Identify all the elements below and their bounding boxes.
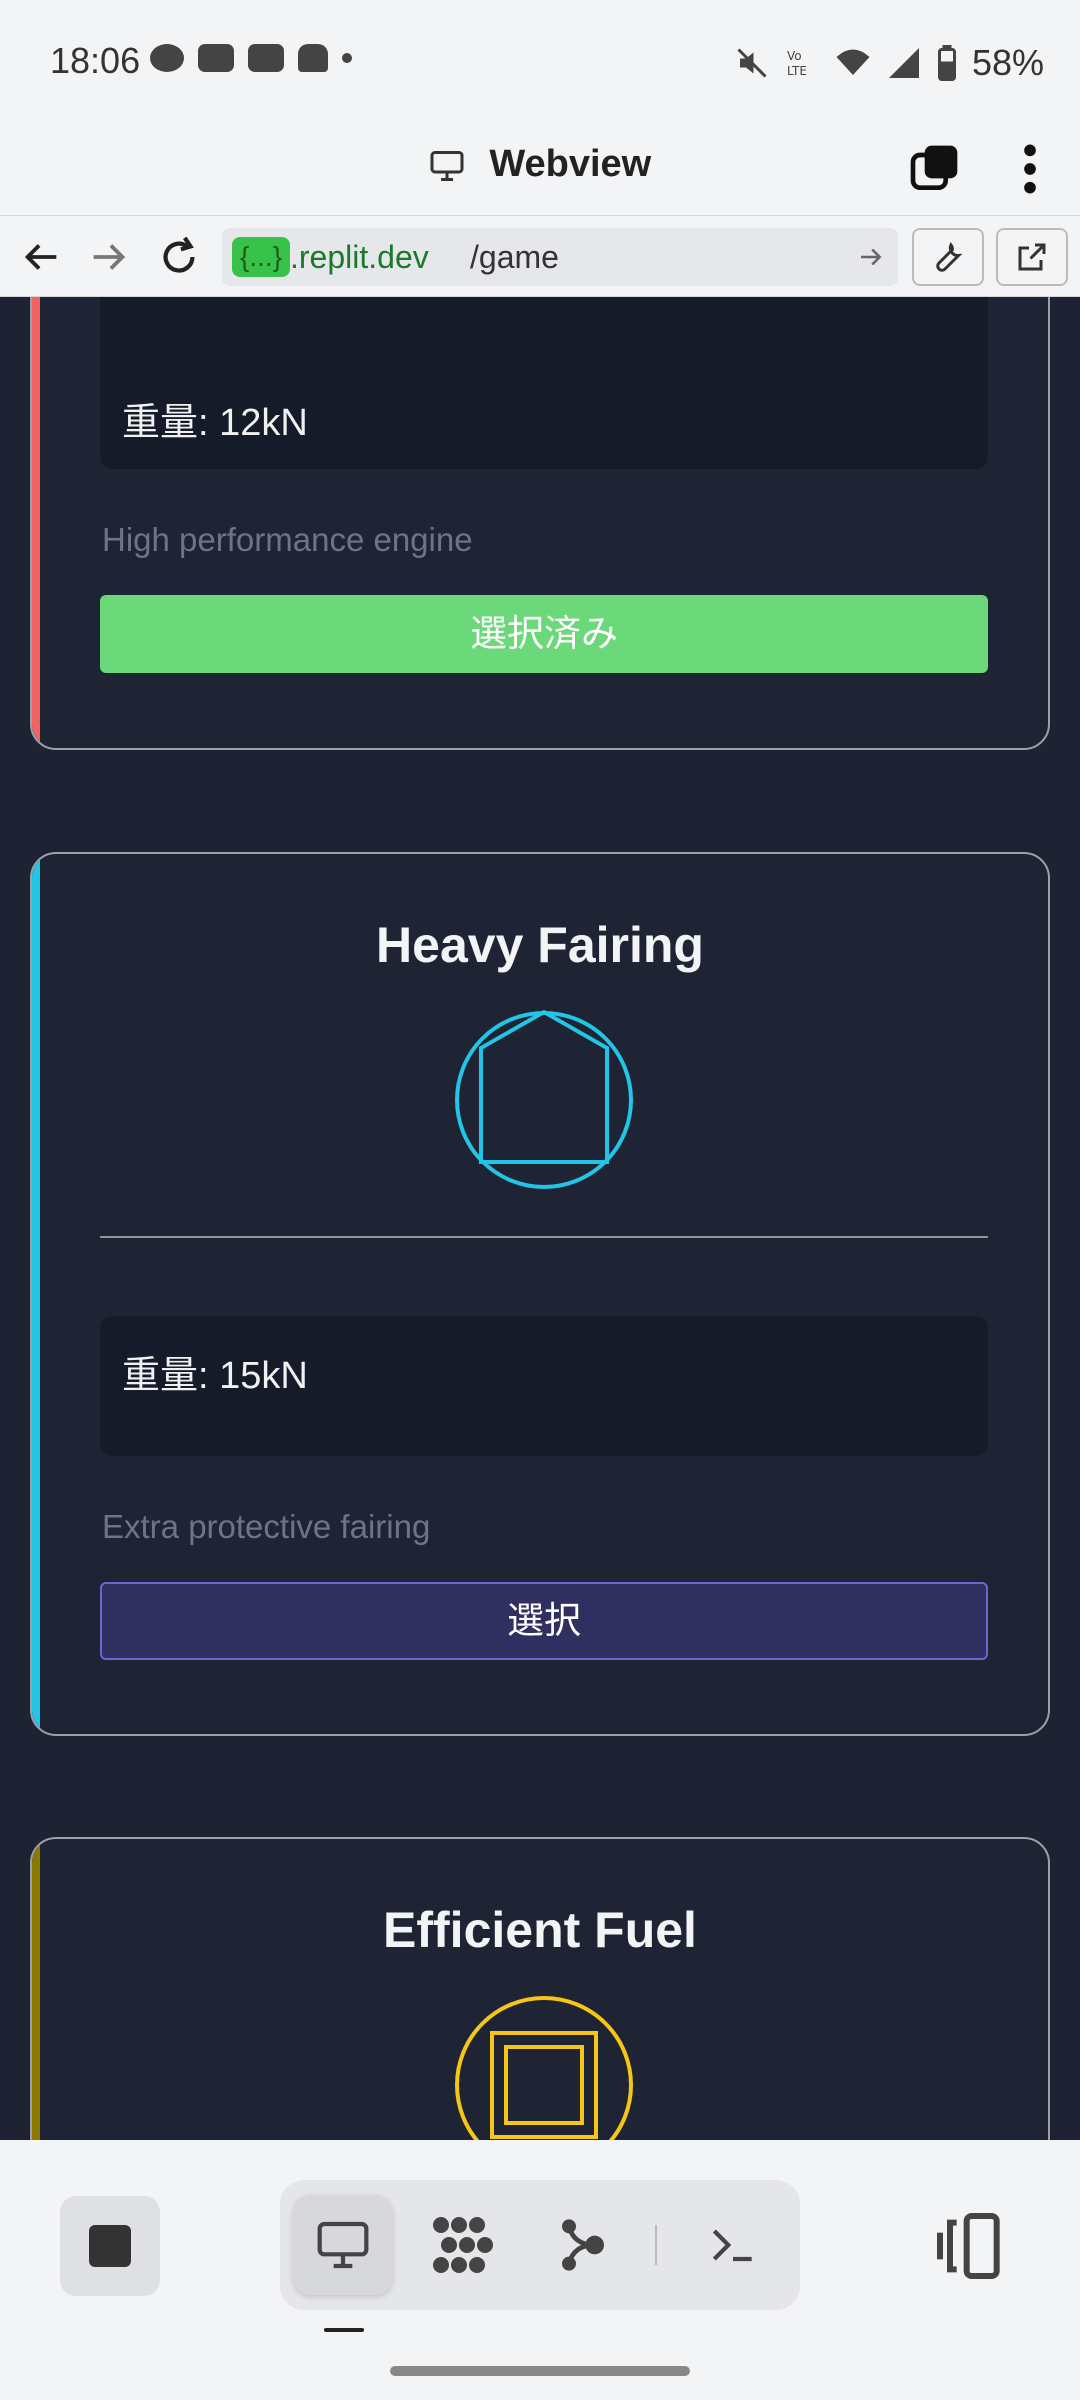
part-title: Heavy Fairing: [376, 917, 704, 973]
mute-icon: [737, 48, 767, 78]
reload-icon[interactable]: [156, 234, 202, 280]
card-accent: [32, 297, 40, 748]
packages-tool-button[interactable]: [413, 2195, 513, 2295]
more-menu-icon[interactable]: [1018, 141, 1042, 197]
external-link-icon: [1018, 243, 1046, 271]
pig-icon: [150, 44, 184, 72]
weight-stat: 重量: 15kN: [122, 1355, 308, 1397]
part-card-engine: 重量: 12kN High performance engine 選択済み: [30, 297, 1050, 750]
stop-icon: [89, 2225, 131, 2267]
part-description: Extra protective fairing: [102, 1508, 431, 1545]
tool-group: [280, 2180, 800, 2310]
devtools-button[interactable]: [912, 228, 984, 286]
url-domain: .replit.dev: [290, 239, 429, 275]
game-content: 重量: 12kN High performance engine 選択済み He…: [0, 297, 1080, 2140]
back-icon[interactable]: [18, 234, 64, 280]
stop-button[interactable]: [60, 2196, 160, 2296]
fairing-icon: [455, 1010, 633, 1189]
go-arrow-icon[interactable]: [856, 242, 886, 272]
url-input[interactable]: {...} .replit.dev /game: [222, 228, 898, 286]
active-tab-indicator: [324, 2328, 364, 2332]
monitor-icon: [317, 2221, 369, 2269]
dots-grid-icon: [433, 2217, 493, 2273]
stat-box: 重量: 15kN: [100, 1316, 988, 1456]
open-external-button[interactable]: [996, 228, 1068, 286]
volte-icon: VoLTE: [787, 49, 807, 78]
system-icons: Vo LTE 58%: [734, 42, 1044, 84]
battery-percent: 58%: [971, 42, 1044, 83]
forward-icon[interactable]: [86, 234, 132, 280]
shell-tool-button[interactable]: [683, 2195, 783, 2295]
bunny-icon: [298, 44, 328, 72]
wrench-icon: [936, 242, 963, 272]
tabs-icon[interactable]: [906, 141, 962, 197]
youtube-icon: [198, 44, 234, 72]
fuel-icon: [455, 1996, 633, 2140]
card-accent: [32, 1839, 40, 2140]
select-button[interactable]: 選択: [100, 1582, 988, 1660]
webview-title: Webview: [489, 143, 652, 185]
dot-icon: [342, 53, 352, 63]
weight-stat: 重量: 12kN: [122, 402, 308, 444]
part-card-heavy-fairing: Heavy Fairing 重量: 15kN Extra protective …: [30, 852, 1050, 1736]
part-description: High performance engine: [102, 521, 473, 558]
url-bar: {...} .replit.dev /game: [0, 215, 1080, 297]
part-card-efficient-fuel: Efficient Fuel: [30, 1837, 1050, 2140]
status-time: 18:06: [50, 40, 141, 81]
notification-icons: [150, 44, 352, 72]
toolbar-separator: [655, 2225, 657, 2265]
wifi-icon: [836, 49, 870, 75]
webview-tool-button[interactable]: [293, 2195, 393, 2295]
svg-text:Vo: Vo: [787, 49, 802, 63]
home-indicator[interactable]: [390, 2366, 690, 2376]
status-bar: 18:06 Vo LTE 58%: [0, 0, 1080, 125]
stat-box: 重量: 12kN: [100, 297, 988, 469]
divider: [100, 1236, 988, 1238]
url-path: /game: [470, 239, 559, 275]
selected-button[interactable]: 選択済み: [100, 595, 988, 673]
youtube-icon: [248, 44, 284, 72]
url-badge: {...}: [232, 237, 291, 277]
svg-text:LTE: LTE: [787, 64, 807, 78]
part-title: Efficient Fuel: [383, 1902, 697, 1958]
branch-icon: [562, 2219, 604, 2271]
battery-icon: [937, 45, 956, 81]
signal-icon: [888, 48, 919, 78]
git-tool-button[interactable]: [533, 2195, 633, 2295]
terminal-icon: [712, 2229, 752, 2262]
webview-header: Webview: [0, 125, 1080, 215]
card-accent: [32, 854, 40, 1734]
bottom-toolbar: [0, 2140, 1080, 2400]
split-layout-icon[interactable]: [930, 2206, 1010, 2286]
monitor-icon: [430, 150, 464, 181]
